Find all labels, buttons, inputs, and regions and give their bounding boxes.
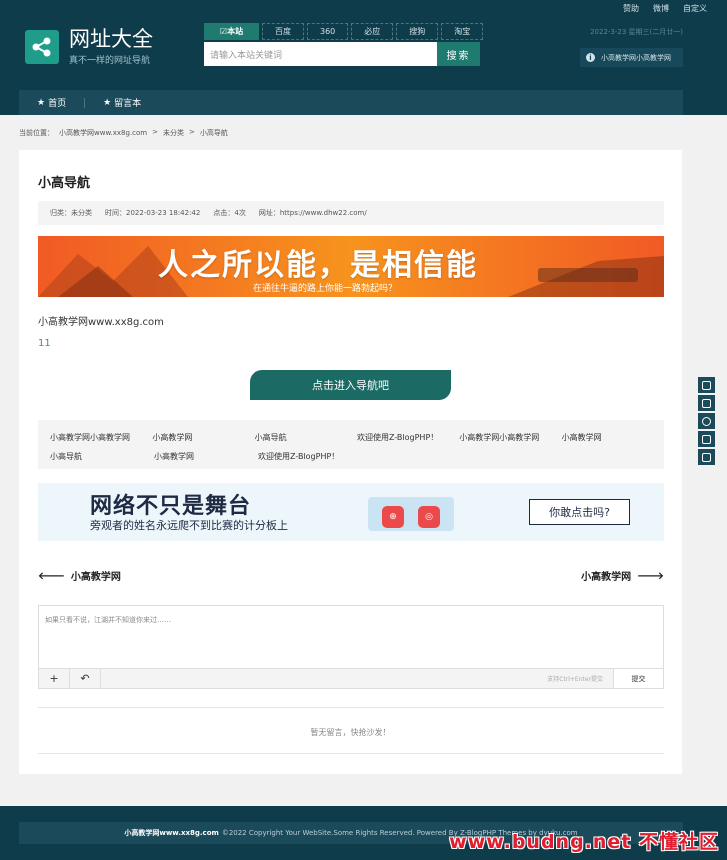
badge-icon: ◎ [418, 506, 440, 528]
related-link[interactable]: 小高教学网小高教学网 [50, 432, 152, 443]
tab-baidu[interactable]: 百度 [262, 23, 304, 40]
share-icon[interactable] [698, 431, 715, 447]
sponsor-link[interactable]: 赞助 [623, 3, 639, 14]
meta-category: 归类：未分类 [50, 209, 92, 217]
share-icon [25, 30, 59, 64]
comment-icon[interactable] [698, 413, 715, 429]
related-link[interactable]: 小高教学网 [154, 451, 258, 462]
scroll-top-icon[interactable] [698, 377, 715, 393]
divider [38, 707, 664, 708]
tab-site[interactable]: ☑ 本站 [204, 23, 259, 40]
breadcrumb-category[interactable]: 未分类 [163, 128, 184, 138]
site-logo[interactable]: 网址大全 真不一样的网址导航 [25, 28, 153, 66]
article-body-number: 11 [38, 338, 51, 349]
notice-bar[interactable]: i 小高教学网小高教学网 [580, 48, 683, 67]
meta-clicks: 点击：4次 [213, 209, 246, 217]
related-link[interactable]: 小高导航 [50, 451, 154, 462]
breadcrumb: 当前位置： 小高教学网www.xx8g.com > 未分类 > 小高导航 [19, 128, 228, 138]
watermark: www.budng.net 不懂社区 [449, 831, 719, 853]
arrow-left-icon: 🡐 [38, 570, 65, 582]
ad-banner-bottom[interactable]: 网络不只是舞台 旁观者的姓名永远爬不到比赛的计分板上 ⊕ ◎ 你敢点击吗? [38, 483, 664, 541]
comment-toolbar: + ↶ 支持Ctrl+Enter提交 提交 [39, 668, 663, 688]
tab-bing[interactable]: 必应 [351, 23, 394, 40]
article-meta: 归类：未分类 时间：2022-03-23 18:42:42 点击：4次 网址：h… [38, 201, 664, 225]
ad-banner-top[interactable]: 人之所以能，是相信能 在通往牛逼的路上你能一路勃起吗？ [38, 236, 664, 297]
nav-home[interactable]: ★ 首页 [19, 96, 84, 110]
submit-hint: 支持Ctrl+Enter提交 [547, 676, 603, 683]
ticket-graphic: ⊕ ◎ [368, 497, 454, 531]
article-body-text: 小高教学网www.xx8g.com [38, 317, 164, 328]
logo-title: 网址大全 [69, 27, 153, 51]
site-footer: 小高教学网www.xx8g.com ©2022 Copyright Your W… [0, 806, 727, 860]
page-title: 小高导航 [38, 176, 91, 191]
site-header: 赞助 微博 自定义 网址大全 真不一样的网址导航 ☑ 本站 百度 360 必应 … [0, 0, 727, 115]
divider [38, 753, 664, 754]
related-link[interactable]: 欢迎使用Z-BlogPHP！ [258, 451, 362, 462]
reply-icon[interactable]: ↶ [70, 669, 101, 688]
meta-time: 时间：2022-03-23 18:42:42 [105, 209, 201, 217]
nav-guestbook[interactable]: ★ 留言本 [85, 96, 159, 110]
tab-taobao[interactable]: 淘宝 [441, 23, 484, 40]
breadcrumb-home[interactable]: 小高教学网www.xx8g.com [59, 128, 147, 138]
banner2-subline: 旁观者的姓名永远爬不到比赛的计分板上 [90, 519, 288, 532]
comment-box[interactable]: 如果只看不说，江湖并不知道你来过…… + ↶ 支持Ctrl+Enter提交 提交 [38, 605, 664, 689]
related-link[interactable]: 小高教学网 [562, 432, 664, 443]
banner-subline: 在通往牛逼的路上你能一路勃起吗？ [253, 284, 398, 294]
tab-360[interactable]: 360 [307, 23, 349, 40]
top-links: 赞助 微博 自定义 [623, 3, 707, 14]
related-link[interactable]: 小高教学网小高教学网 [459, 432, 561, 443]
side-toolbar [698, 377, 715, 465]
globe-icon: ⊕ [382, 506, 404, 528]
search-input[interactable]: 请输入本站关键词 [204, 42, 437, 66]
logo-subtitle: 真不一样的网址导航 [69, 56, 151, 66]
info-icon: i [586, 53, 595, 62]
related-link[interactable]: 小高教学网 [152, 432, 254, 443]
footer-site[interactable]: 小高教学网www.xx8g.com [124, 828, 218, 838]
related-link[interactable]: 小高导航 [255, 432, 357, 443]
add-icon[interactable]: + [39, 669, 70, 688]
list-icon[interactable] [698, 395, 715, 411]
tab-sogou[interactable]: 搜狗 [396, 23, 439, 40]
search-engine-tabs: ☑ 本站 百度 360 必应 搜狗 淘宝 [204, 23, 484, 40]
article-card: 小高导航 归类：未分类 时间：2022-03-23 18:42:42 点击：4次… [19, 150, 682, 774]
search-button[interactable]: 搜索 [437, 42, 480, 66]
breadcrumb-current: 小高导航 [199, 129, 228, 137]
related-link[interactable]: 欢迎使用Z-BlogPHP！ [357, 432, 459, 443]
date-display: 2022-3-23 星期三(二月廿一) [590, 28, 683, 36]
next-post-link[interactable]: 小高教学网 🡒 [581, 568, 664, 584]
star-icon: ★ [37, 97, 46, 108]
custom-link[interactable]: 自定义 [683, 3, 707, 14]
notice-text: 小高教学网小高教学网 [601, 53, 671, 62]
banner2-headline: 网络不只是舞台 [90, 494, 252, 519]
dare-click-button[interactable]: 你敢点击吗? [529, 499, 630, 525]
comment-input[interactable]: 如果只看不说，江湖并不知道你来过…… [45, 615, 171, 625]
weibo-link[interactable]: 微博 [653, 3, 669, 14]
prev-post-link[interactable]: 🡐 小高教学网 [38, 568, 121, 584]
no-comments-text: 暂无留言，快抢沙发！ [310, 728, 391, 737]
main-nav: ★ 首页 ★ 留言本 [19, 90, 683, 115]
scroll-bottom-icon[interactable] [698, 449, 715, 465]
enter-nav-button[interactable]: 点击进入导航吧 [250, 370, 451, 400]
banner-headline: 人之所以能，是相信能 [158, 248, 478, 283]
related-links: 小高教学网小高教学网 小高教学网 小高导航 欢迎使用Z-BlogPHP！ 小高教… [38, 420, 664, 469]
star-icon: ★ [103, 97, 112, 108]
submit-button[interactable]: 提交 [613, 669, 663, 688]
meta-url: 网址：https://www.dhw22.com/ [258, 209, 367, 217]
arrow-right-icon: 🡒 [637, 570, 664, 582]
